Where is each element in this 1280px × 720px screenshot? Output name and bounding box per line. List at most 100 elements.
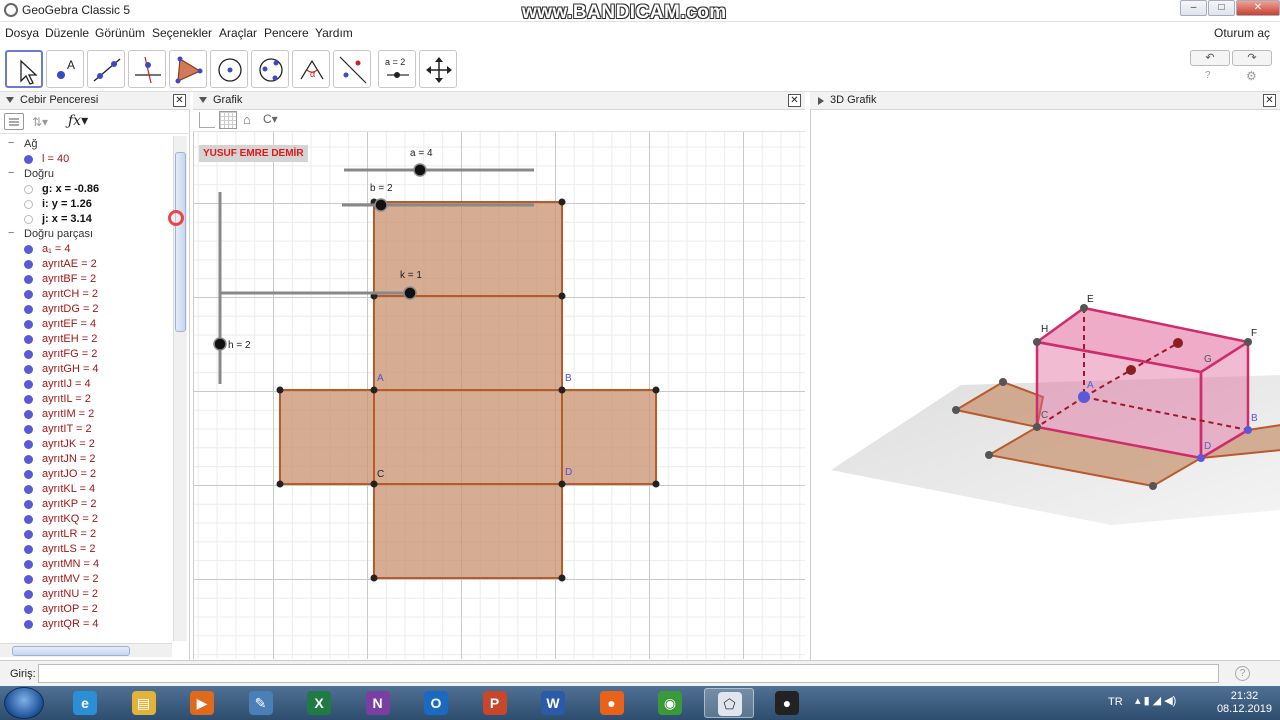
scroll-thumb[interactable] — [12, 646, 130, 656]
algebra-item[interactable]: ayrıtJO = 2 — [0, 467, 172, 482]
point-tool[interactable]: A — [46, 50, 84, 88]
help-icon[interactable]: ? — [1205, 70, 1211, 81]
close-graphics-button[interactable]: ✕ — [788, 94, 801, 107]
menu-pencere[interactable]: Pencere — [264, 26, 309, 40]
visibility-toggle-icon[interactable] — [24, 485, 33, 494]
language-indicator[interactable]: TR — [1108, 696, 1123, 708]
algebra-item[interactable]: ayrıtQR = 4 — [0, 617, 172, 632]
visibility-toggle-icon[interactable] — [24, 620, 33, 629]
3d-vertex[interactable] — [985, 451, 993, 459]
algebra-item[interactable]: i: y = 1.26 — [0, 197, 172, 212]
algebra-item[interactable]: j: x = 3.14 — [0, 212, 172, 227]
algebra-item[interactable]: ayrıtEH = 2 — [0, 332, 172, 347]
media-player-taskbar-button[interactable]: ▶ — [177, 688, 227, 718]
line-tool[interactable] — [87, 50, 125, 88]
move-tool[interactable] — [5, 50, 43, 88]
visibility-toggle-icon[interactable] — [24, 320, 33, 329]
algebra-item[interactable]: ayrıtJN = 2 — [0, 452, 172, 467]
algebra-horizontal-scrollbar[interactable] — [0, 643, 172, 657]
visibility-toggle-icon[interactable] — [24, 260, 33, 269]
outlook-taskbar-button[interactable]: O — [411, 688, 461, 718]
visibility-toggle-icon[interactable] — [24, 440, 33, 449]
net-vertex[interactable] — [370, 386, 378, 394]
powerpoint-taskbar-button[interactable]: P — [470, 688, 520, 718]
algebra-item[interactable]: ayrıtIJ = 4 — [0, 377, 172, 392]
collapse-icon[interactable] — [6, 97, 14, 103]
slider-h-handle[interactable] — [213, 337, 227, 351]
algebra-item[interactable]: ayrıtDG = 2 — [0, 302, 172, 317]
circle-tool[interactable] — [210, 50, 248, 88]
grid-toggle-icon[interactable] — [219, 111, 237, 129]
close-3d-button[interactable]: ✕ — [1263, 94, 1276, 107]
slider-k-handle[interactable] — [403, 286, 417, 300]
net-vertex[interactable] — [652, 480, 660, 488]
algebra-item[interactable]: g: x = -0.86 — [0, 182, 172, 197]
visibility-toggle-icon[interactable] — [24, 185, 33, 194]
menu-yardim[interactable]: Yardım — [315, 26, 353, 40]
visibility-toggle-icon[interactable] — [24, 215, 33, 224]
reflect-tool[interactable] — [333, 50, 371, 88]
visibility-toggle-icon[interactable] — [24, 155, 33, 164]
visibility-toggle-icon[interactable] — [24, 425, 33, 434]
perpendicular-tool[interactable] — [128, 50, 166, 88]
menu-duzenle[interactable]: Düzenle — [45, 26, 89, 40]
3d-vertex[interactable] — [1149, 482, 1157, 490]
3d-canvas[interactable]: E F H G A B C D — [811, 110, 1280, 660]
net-vertex[interactable] — [652, 386, 660, 394]
3d-vertex[interactable] — [1197, 454, 1205, 462]
algebra-item[interactable]: ayrıtFG = 2 — [0, 347, 172, 362]
input-help-icon[interactable]: ? — [1235, 666, 1250, 681]
visibility-toggle-icon[interactable] — [24, 395, 33, 404]
algebra-item[interactable]: ayrıtNU = 2 — [0, 587, 172, 602]
clock[interactable]: 21:32 08.12.2019 — [1217, 690, 1272, 716]
maximize-button[interactable]: □ — [1208, 0, 1235, 16]
algebra-item[interactable]: ayrıtKP = 2 — [0, 497, 172, 512]
net-vertex[interactable] — [558, 480, 566, 488]
algebra-item[interactable]: ayrıtAE = 2 — [0, 257, 172, 272]
menu-secenekler[interactable]: Seçenekler — [152, 26, 212, 40]
algebra-description-icon[interactable] — [4, 113, 24, 130]
geogebra-taskbar-taskbar-button[interactable]: ⬠ — [703, 688, 754, 718]
slider-b-handle[interactable] — [374, 198, 388, 212]
minimize-button[interactable]: – — [1180, 0, 1207, 16]
slider-tool[interactable]: a = 2 — [378, 50, 416, 88]
excel-taskbar-button[interactable]: X — [294, 688, 344, 718]
close-algebra-button[interactable]: ✕ — [173, 94, 186, 107]
algebra-item[interactable]: ayrıtLR = 2 — [0, 527, 172, 542]
net-vertex[interactable] — [276, 386, 284, 394]
algebra-item[interactable]: ayrıtEF = 4 — [0, 317, 172, 332]
graphics-view[interactable]: a = 4 b = 2 k = 1 h = 2 A B C D YUSUF EM… — [193, 132, 805, 659]
redo-button[interactable]: ↷ — [1232, 50, 1272, 66]
close-button[interactable]: ✕ — [1236, 0, 1280, 16]
move-view-tool[interactable] — [419, 50, 457, 88]
onenote-taskbar-button[interactable]: N — [353, 688, 403, 718]
visibility-toggle-icon[interactable] — [24, 590, 33, 599]
firefox-taskbar-button[interactable]: ● — [587, 688, 637, 718]
visibility-toggle-icon[interactable] — [24, 575, 33, 584]
3d-vertex[interactable] — [1126, 365, 1136, 375]
start-button[interactable] — [4, 687, 44, 719]
input-field[interactable] — [38, 664, 1219, 683]
visibility-toggle-icon[interactable] — [24, 305, 33, 314]
fx-icon[interactable]: ƒx▾ — [68, 113, 88, 129]
3d-graphics-view[interactable]: E F H G A B C D — [810, 110, 1280, 660]
algebra-item[interactable]: ayrıtIT = 2 — [0, 422, 172, 437]
axes-toggle-icon[interactable] — [199, 112, 215, 128]
visibility-toggle-icon[interactable] — [24, 350, 33, 359]
menu-araclar[interactable]: Araçlar — [219, 26, 257, 40]
3d-vertex[interactable] — [999, 378, 1007, 386]
graphics-canvas[interactable]: a = 4 b = 2 k = 1 h = 2 A B C D — [194, 132, 805, 659]
3d-vertex[interactable] — [1244, 338, 1252, 346]
net-vertex[interactable] — [558, 198, 566, 206]
scroll-thumb[interactable] — [175, 152, 186, 332]
explorer-taskbar-button[interactable]: ▤ — [119, 688, 169, 718]
visibility-toggle-icon[interactable] — [24, 365, 33, 374]
visibility-toggle-icon[interactable] — [24, 410, 33, 419]
home-icon[interactable]: ⌂ — [243, 112, 251, 127]
collapse-icon[interactable] — [199, 97, 207, 103]
collapse-icon[interactable]: − — [8, 167, 14, 179]
angle-tool[interactable]: α — [292, 50, 330, 88]
3d-vertex[interactable] — [1244, 426, 1252, 434]
collapse-icon[interactable]: − — [8, 137, 14, 149]
3d-vertex[interactable] — [1078, 391, 1090, 403]
